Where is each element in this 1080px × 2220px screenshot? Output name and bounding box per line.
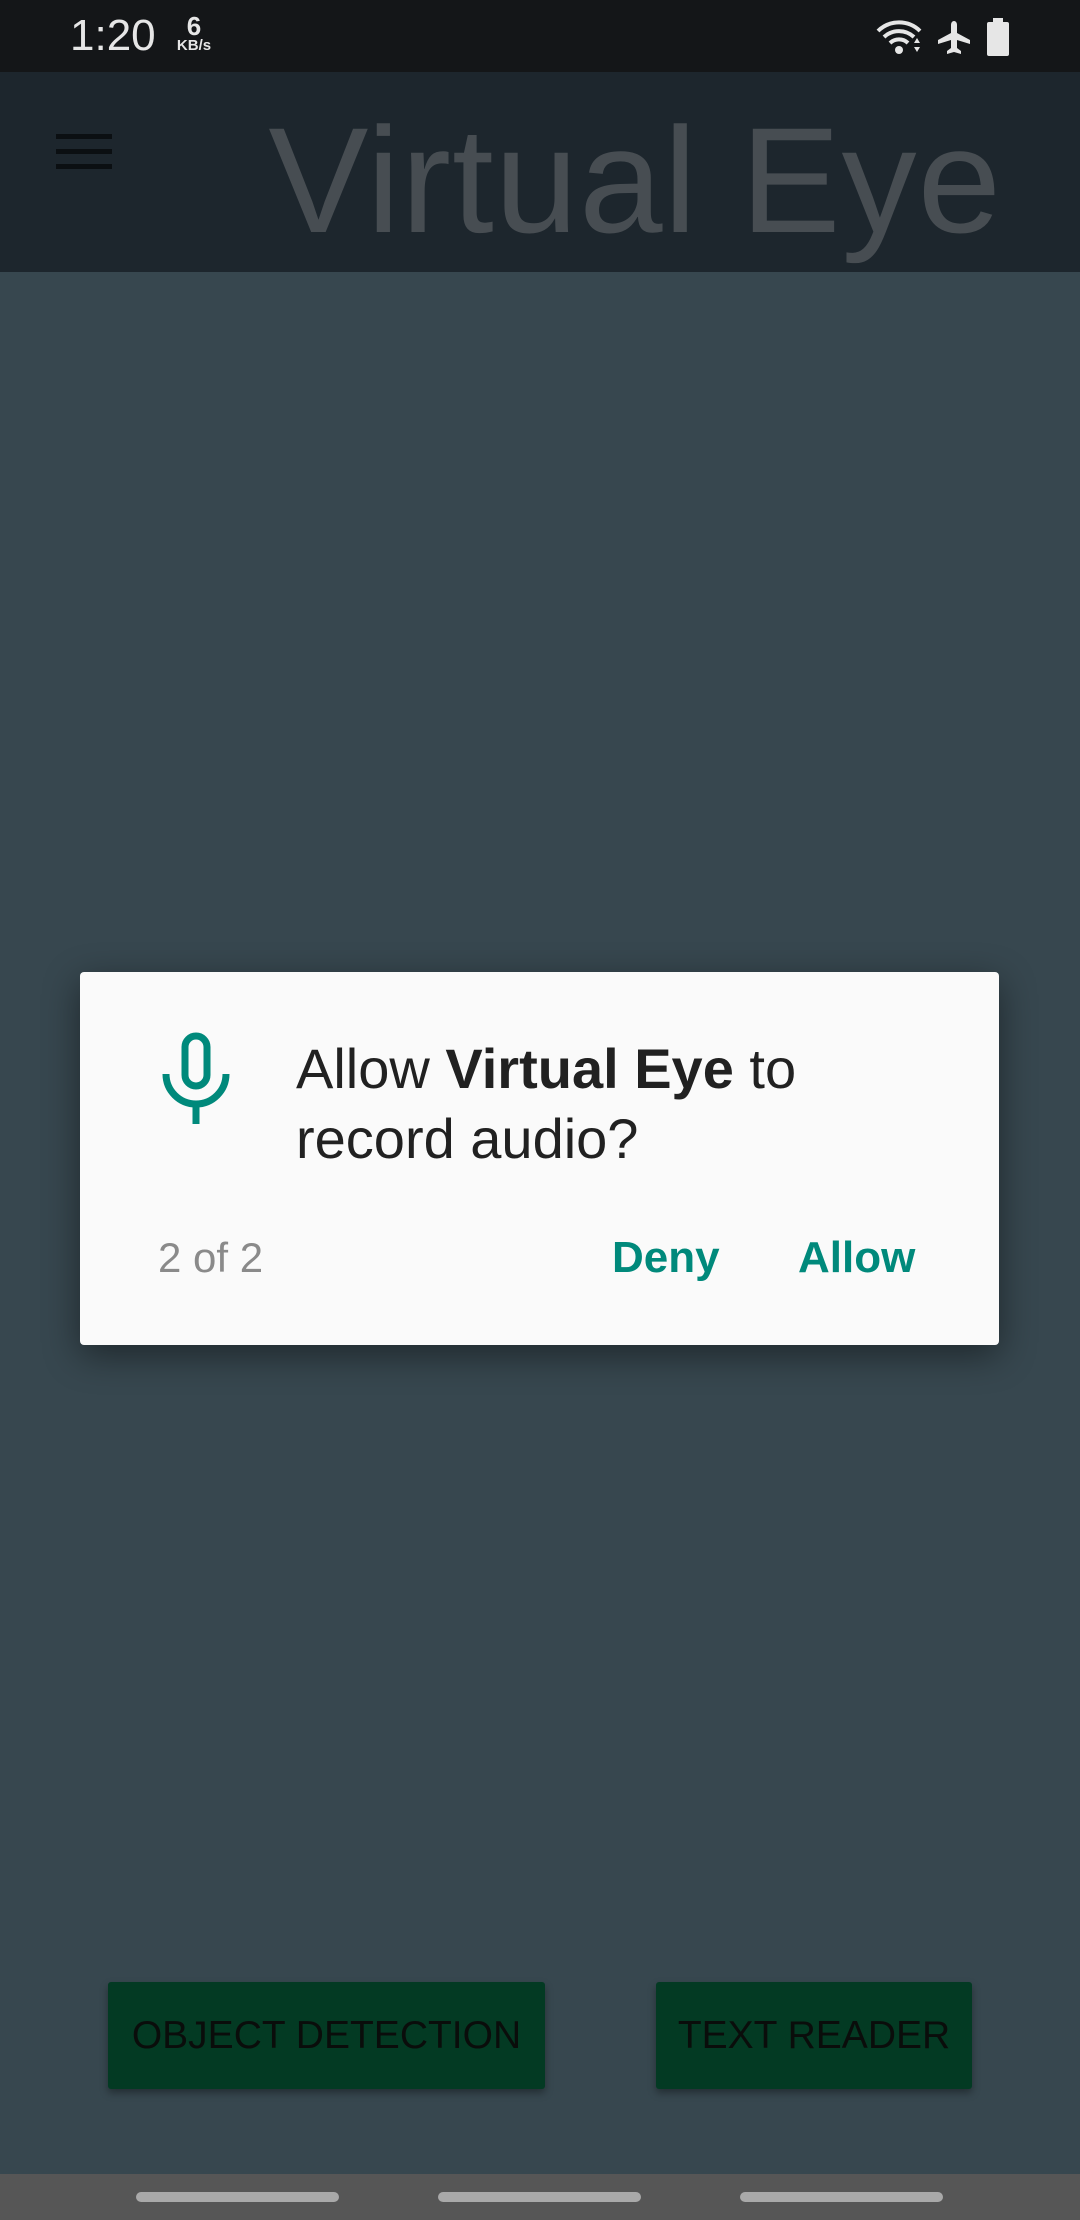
network-speed-value: 6: [186, 11, 202, 41]
microphone-icon: [158, 1032, 234, 1128]
allow-button[interactable]: Allow: [786, 1220, 927, 1296]
nav-gesture-left[interactable]: [136, 2192, 339, 2202]
network-speed-unit: KB/s: [176, 37, 212, 54]
battery-icon: [986, 18, 1010, 56]
object-detection-button[interactable]: OBJECT DETECTION: [108, 1982, 545, 2089]
dialog-message-prefix: Allow: [296, 1037, 446, 1100]
dialog-message: Allow Virtual Eye to record audio?: [296, 1034, 946, 1174]
app-title: Virtual Eye: [268, 96, 1002, 264]
status-time: 1:20: [70, 11, 156, 60]
dialog-app-name: Virtual Eye: [445, 1037, 734, 1100]
nav-gesture-center[interactable]: [438, 2192, 641, 2202]
nav-gesture-right[interactable]: [740, 2192, 943, 2202]
permission-counter: 2 of 2: [158, 1234, 264, 1281]
hamburger-menu-icon[interactable]: [50, 122, 118, 176]
network-speed: 6 KB/s: [172, 11, 216, 54]
status-icons: [876, 16, 1010, 58]
wifi-icon: [876, 19, 922, 55]
navigation-bar: [0, 2174, 1080, 2220]
text-reader-button[interactable]: TEXT READER: [656, 1982, 972, 2089]
status-bar: 1:20 6 KB/s: [0, 0, 1080, 72]
airplane-mode-icon: [936, 19, 972, 55]
deny-button[interactable]: Deny: [600, 1220, 732, 1296]
permission-dialog: Allow Virtual Eye to record audio? 2 of …: [80, 972, 999, 1345]
app-bar: Virtual Eye: [0, 72, 1080, 272]
